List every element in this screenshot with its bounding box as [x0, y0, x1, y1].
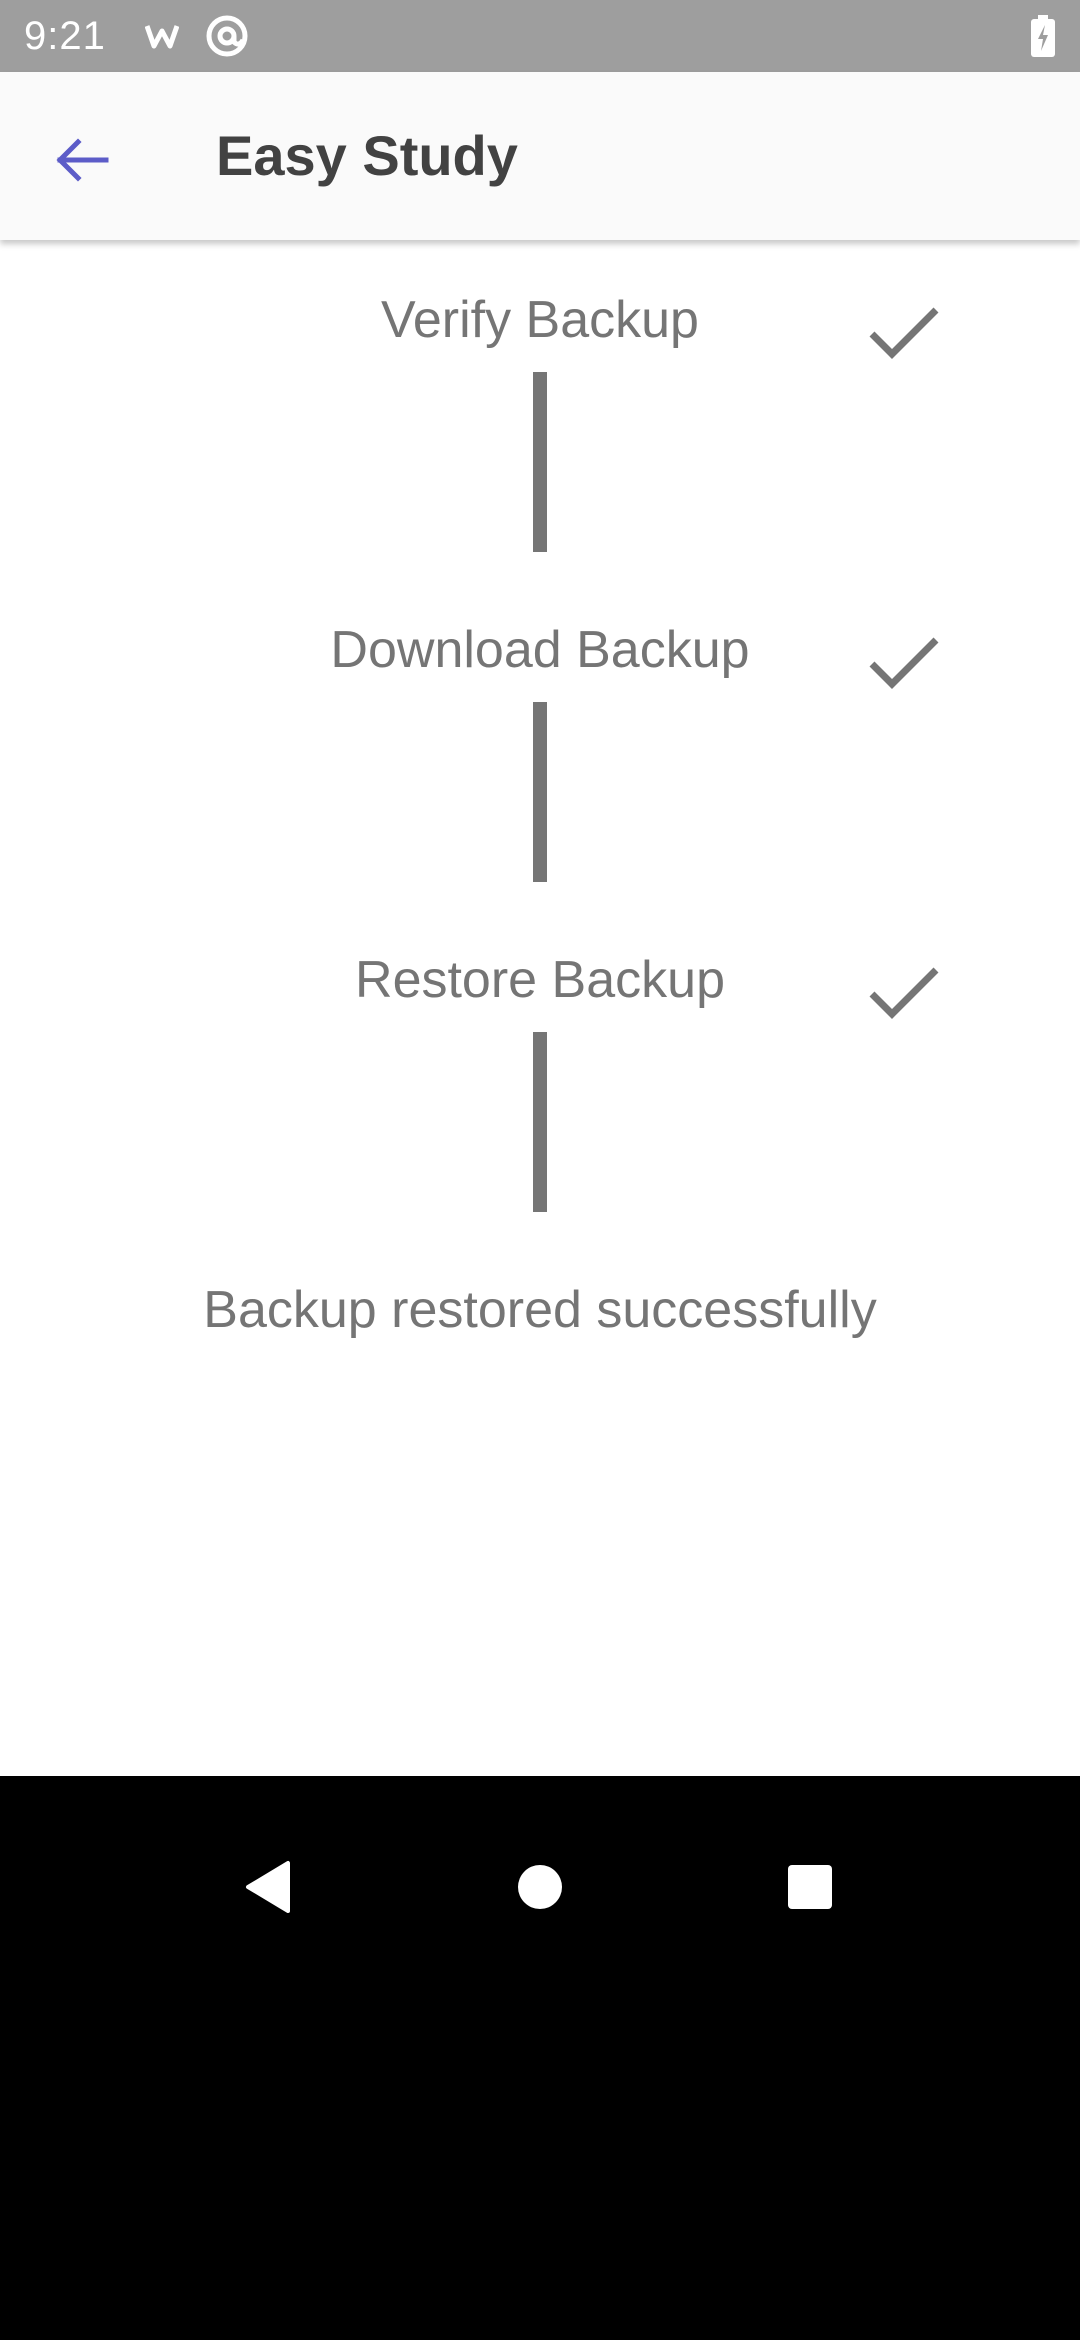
app-title: Easy Study	[216, 124, 518, 187]
back-button[interactable]	[34, 112, 130, 208]
battery-charging-icon	[1030, 14, 1056, 58]
home-circle-icon	[518, 1865, 562, 1909]
backup-progress: Verify Backup Download Backup Restore Ba…	[0, 240, 1080, 1776]
w-notification-icon	[144, 14, 180, 58]
at-sign-icon	[204, 14, 250, 58]
nav-back-button[interactable]	[222, 1842, 312, 1932]
status-bar: 9:21	[0, 0, 1080, 72]
step-connector	[533, 702, 547, 882]
result-message: Backup restored successfully	[203, 1281, 877, 1339]
recents-square-icon	[788, 1865, 832, 1909]
status-time: 9:21	[24, 14, 106, 58]
nav-home-button[interactable]	[495, 1842, 585, 1932]
check-icon	[869, 637, 939, 689]
step-connector	[533, 1032, 547, 1212]
arrow-left-icon	[56, 138, 109, 182]
check-icon	[869, 307, 939, 359]
step-connector	[533, 372, 547, 552]
app-bar: Easy Study	[0, 72, 1080, 240]
screen: 9:21 Easy Study Verify Backup Download B…	[0, 0, 1080, 2340]
back-triangle-icon	[246, 1861, 290, 1913]
navigation-bar	[0, 1776, 1080, 2340]
check-icon	[869, 967, 939, 1019]
nav-recents-button[interactable]	[765, 1842, 855, 1932]
